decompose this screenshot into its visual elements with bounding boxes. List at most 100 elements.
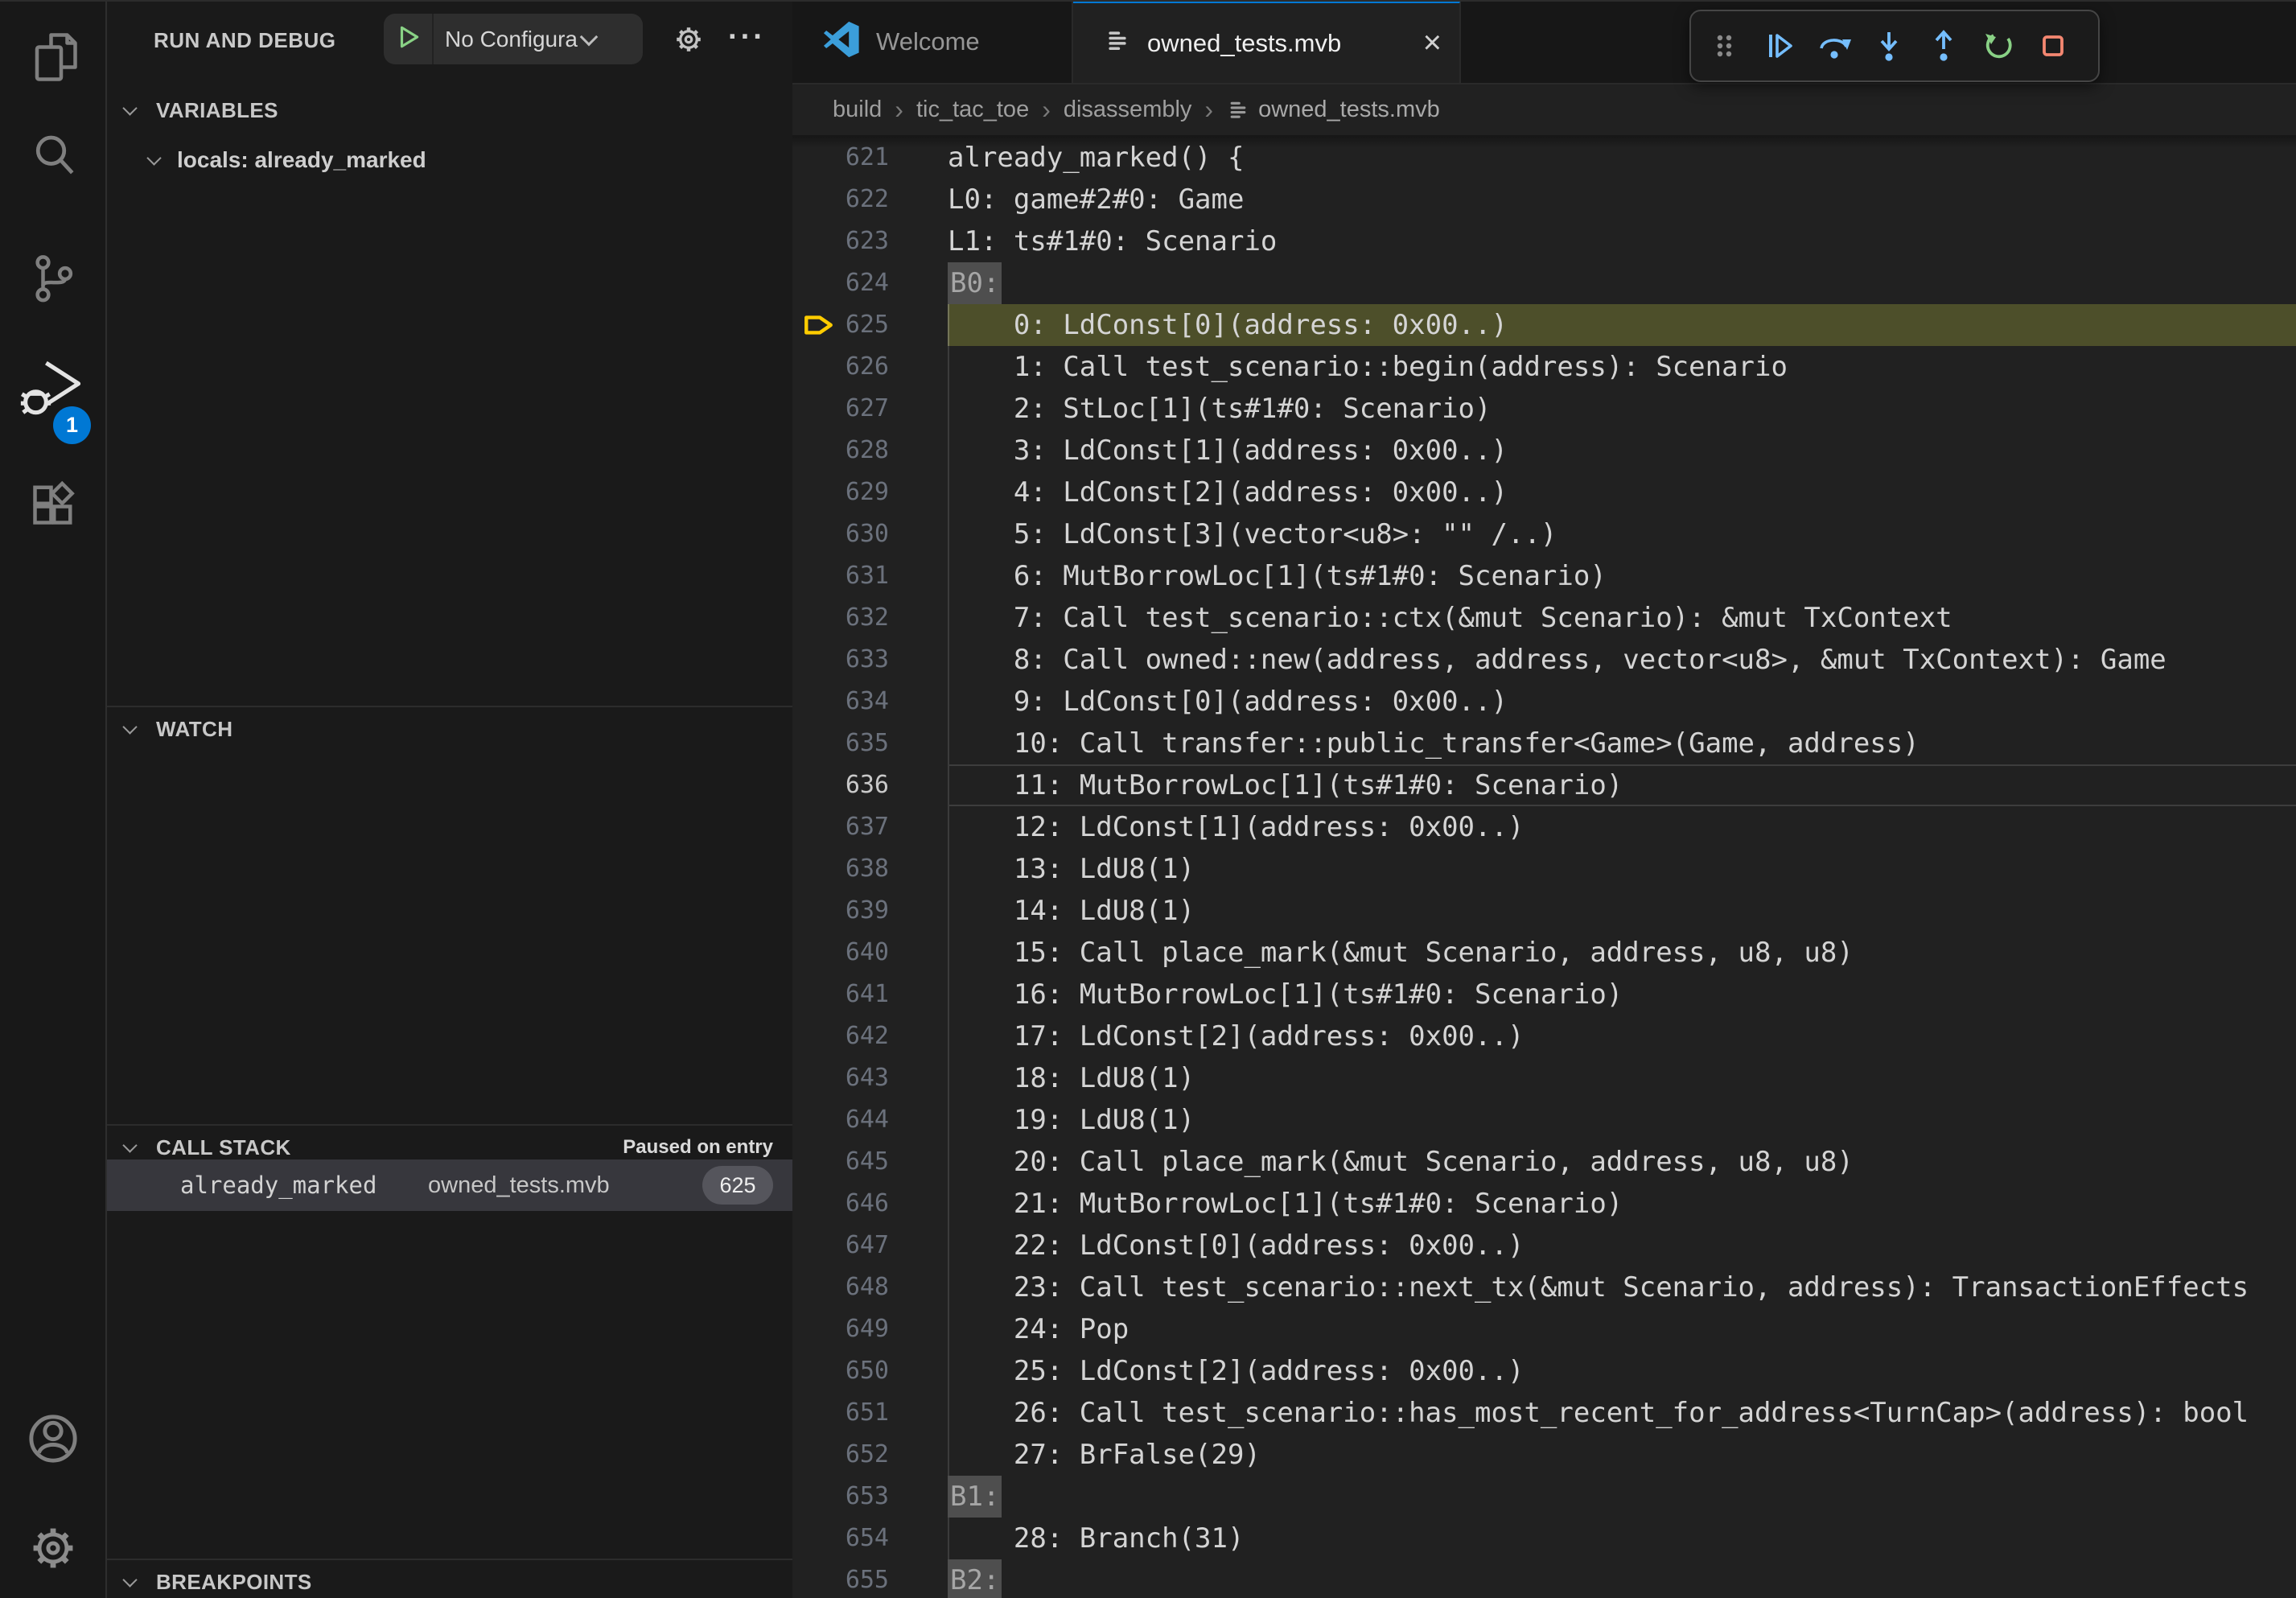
code-line[interactable]: 628 3: LdConst[1](address: 0x00..): [792, 430, 2296, 472]
code-line[interactable]: 640 15: Call place_mark(&mut Scenario, a…: [792, 932, 2296, 974]
gutter[interactable]: 655: [792, 1559, 948, 1598]
gutter[interactable]: 634: [792, 681, 948, 723]
code-line[interactable]: 630 5: LdConst[3](vector<u8>: "" /..): [792, 513, 2296, 555]
code-line[interactable]: 627 2: StLoc[1](ts#1#0: Scenario): [792, 388, 2296, 430]
restart-button-icon[interactable]: [1976, 18, 2021, 74]
gutter[interactable]: 627: [792, 388, 948, 430]
code-line[interactable]: 626 1: Call test_scenario::begin(address…: [792, 346, 2296, 388]
gutter[interactable]: 637: [792, 806, 948, 848]
gutter[interactable]: 654: [792, 1518, 948, 1559]
toolbar-drag-grip[interactable]: [1702, 18, 1747, 74]
gutter[interactable]: 623: [792, 220, 948, 262]
extensions-icon[interactable]: [0, 473, 105, 536]
gutter[interactable]: 652: [792, 1434, 948, 1476]
code-line[interactable]: 654 28: Branch(31): [792, 1518, 2296, 1559]
more-actions-icon[interactable]: ···: [728, 0, 766, 74]
run-and-debug-icon[interactable]: [0, 351, 105, 428]
gutter[interactable]: 628: [792, 430, 948, 472]
step-into-button-icon[interactable]: [1866, 18, 1911, 74]
gutter[interactable]: 651: [792, 1392, 948, 1434]
breadcrumb-item[interactable]: tic_tac_toe: [916, 97, 1029, 123]
gutter[interactable]: 653: [792, 1476, 948, 1518]
breadcrumb-item[interactable]: owned_tests.mvb: [1258, 97, 1440, 123]
code-line[interactable]: 623L1: ts#1#0: Scenario: [792, 220, 2296, 262]
gutter[interactable]: 650: [792, 1350, 948, 1392]
code-line[interactable]: 641 16: MutBorrowLoc[1](ts#1#0: Scenario…: [792, 974, 2296, 1015]
start-debug-icon[interactable]: [395, 23, 422, 55]
code-line[interactable]: 655B2:: [792, 1559, 2296, 1598]
gutter[interactable]: 629: [792, 472, 948, 513]
code-line[interactable]: 632 7: Call test_scenario::ctx(&mut Scen…: [792, 597, 2296, 639]
gutter[interactable]: 648: [792, 1266, 948, 1308]
breakpoints-section-header[interactable]: BREAKPOINTS: [107, 1561, 792, 1598]
gutter[interactable]: 622: [792, 179, 948, 220]
gutter[interactable]: 647: [792, 1225, 948, 1266]
account-icon[interactable]: [0, 1406, 105, 1471]
debug-settings-gear-icon[interactable]: [670, 21, 707, 62]
code-line[interactable]: 621already_marked() {: [792, 137, 2296, 179]
gutter[interactable]: 633: [792, 639, 948, 681]
code-line[interactable]: 631 6: MutBorrowLoc[1](ts#1#0: Scenario): [792, 555, 2296, 597]
gutter[interactable]: 631: [792, 555, 948, 597]
gutter[interactable]: 630: [792, 513, 948, 555]
code-line[interactable]: 622L0: game#2#0: Game: [792, 179, 2296, 220]
gutter[interactable]: 640: [792, 932, 948, 974]
continue-button-icon[interactable]: [1757, 18, 1802, 74]
step-out-button-icon[interactable]: [1921, 18, 1966, 74]
stop-button-icon[interactable]: [2031, 18, 2076, 74]
code-line[interactable]: 643 18: LdU8(1): [792, 1057, 2296, 1099]
code-line[interactable]: 653B1:: [792, 1476, 2296, 1518]
gutter[interactable]: 644: [792, 1099, 948, 1141]
configuration-label[interactable]: No Configura: [445, 27, 578, 52]
gutter[interactable]: 646: [792, 1183, 948, 1225]
breadcrumb-item[interactable]: disassembly: [1064, 97, 1192, 123]
gutter[interactable]: 624: [792, 262, 948, 304]
code-line[interactable]: 629 4: LdConst[2](address: 0x00..): [792, 472, 2296, 513]
gutter[interactable]: 638: [792, 848, 948, 890]
code-line[interactable]: 652 27: BrFalse(29): [792, 1434, 2296, 1476]
search-icon[interactable]: [0, 122, 105, 185]
code-line[interactable]: 624B0:: [792, 262, 2296, 304]
tab-owned-tests[interactable]: owned_tests.mvb ×: [1073, 0, 1461, 83]
gutter[interactable]: 635: [792, 723, 948, 764]
code-line[interactable]: 645 20: Call place_mark(&mut Scenario, a…: [792, 1141, 2296, 1183]
settings-gear-icon[interactable]: [0, 1516, 105, 1580]
step-over-button-icon[interactable]: [1812, 18, 1857, 74]
code-line[interactable]: 644 19: LdU8(1): [792, 1099, 2296, 1141]
code-line[interactable]: 642 17: LdConst[2](address: 0x00..): [792, 1015, 2296, 1057]
gutter[interactable]: 641: [792, 974, 948, 1015]
tab-welcome[interactable]: Welcome: [792, 0, 1073, 83]
code-line[interactable]: 637 12: LdConst[1](address: 0x00..): [792, 806, 2296, 848]
code-line-current[interactable]: 636 11: MutBorrowLoc[1](ts#1#0: Scenario…: [792, 764, 2296, 806]
code-line[interactable]: 634 9: LdConst[0](address: 0x00..): [792, 681, 2296, 723]
code-line[interactable]: 648 23: Call test_scenario::next_tx(&mut…: [792, 1266, 2296, 1308]
call-stack-frame-row[interactable]: already_marked owned_tests.mvb 625: [107, 1159, 792, 1211]
debug-configuration-picker[interactable]: No Configura: [384, 14, 643, 64]
gutter[interactable]: 625: [792, 304, 948, 346]
code-line[interactable]: 649 24: Pop: [792, 1308, 2296, 1350]
code-line[interactable]: 646 21: MutBorrowLoc[1](ts#1#0: Scenario…: [792, 1183, 2296, 1225]
code-line[interactable]: 650 25: LdConst[2](address: 0x00..): [792, 1350, 2296, 1392]
gutter[interactable]: 639: [792, 890, 948, 932]
gutter[interactable]: 626: [792, 346, 948, 388]
close-tab-icon[interactable]: ×: [1423, 3, 1442, 83]
gutter[interactable]: 642: [792, 1015, 948, 1057]
gutter[interactable]: 621: [792, 137, 948, 179]
gutter[interactable]: 632: [792, 597, 948, 639]
code-line[interactable]: 647 22: LdConst[0](address: 0x00..): [792, 1225, 2296, 1266]
watch-section-header[interactable]: WATCH: [107, 708, 792, 750]
code-line[interactable]: 635 10: Call transfer::public_transfer<G…: [792, 723, 2296, 764]
gutter[interactable]: 636: [792, 764, 948, 806]
variables-scope-row[interactable]: locals: already_marked: [107, 139, 792, 181]
code-line[interactable]: 638 13: LdU8(1): [792, 848, 2296, 890]
explorer-icon[interactable]: [0, 26, 105, 89]
code-line[interactable]: 633 8: Call owned::new(address, address,…: [792, 639, 2296, 681]
gutter[interactable]: 649: [792, 1308, 948, 1350]
gutter[interactable]: 645: [792, 1141, 948, 1183]
code-line[interactable]: 651 26: Call test_scenario::has_most_rec…: [792, 1392, 2296, 1434]
variables-section-header[interactable]: VARIABLES: [107, 89, 792, 131]
breadcrumb-item[interactable]: build: [833, 97, 882, 123]
code-line-stopped[interactable]: 625 0: LdConst[0](address: 0x00..): [792, 304, 2296, 346]
gutter[interactable]: 643: [792, 1057, 948, 1099]
code-line[interactable]: 639 14: LdU8(1): [792, 890, 2296, 932]
